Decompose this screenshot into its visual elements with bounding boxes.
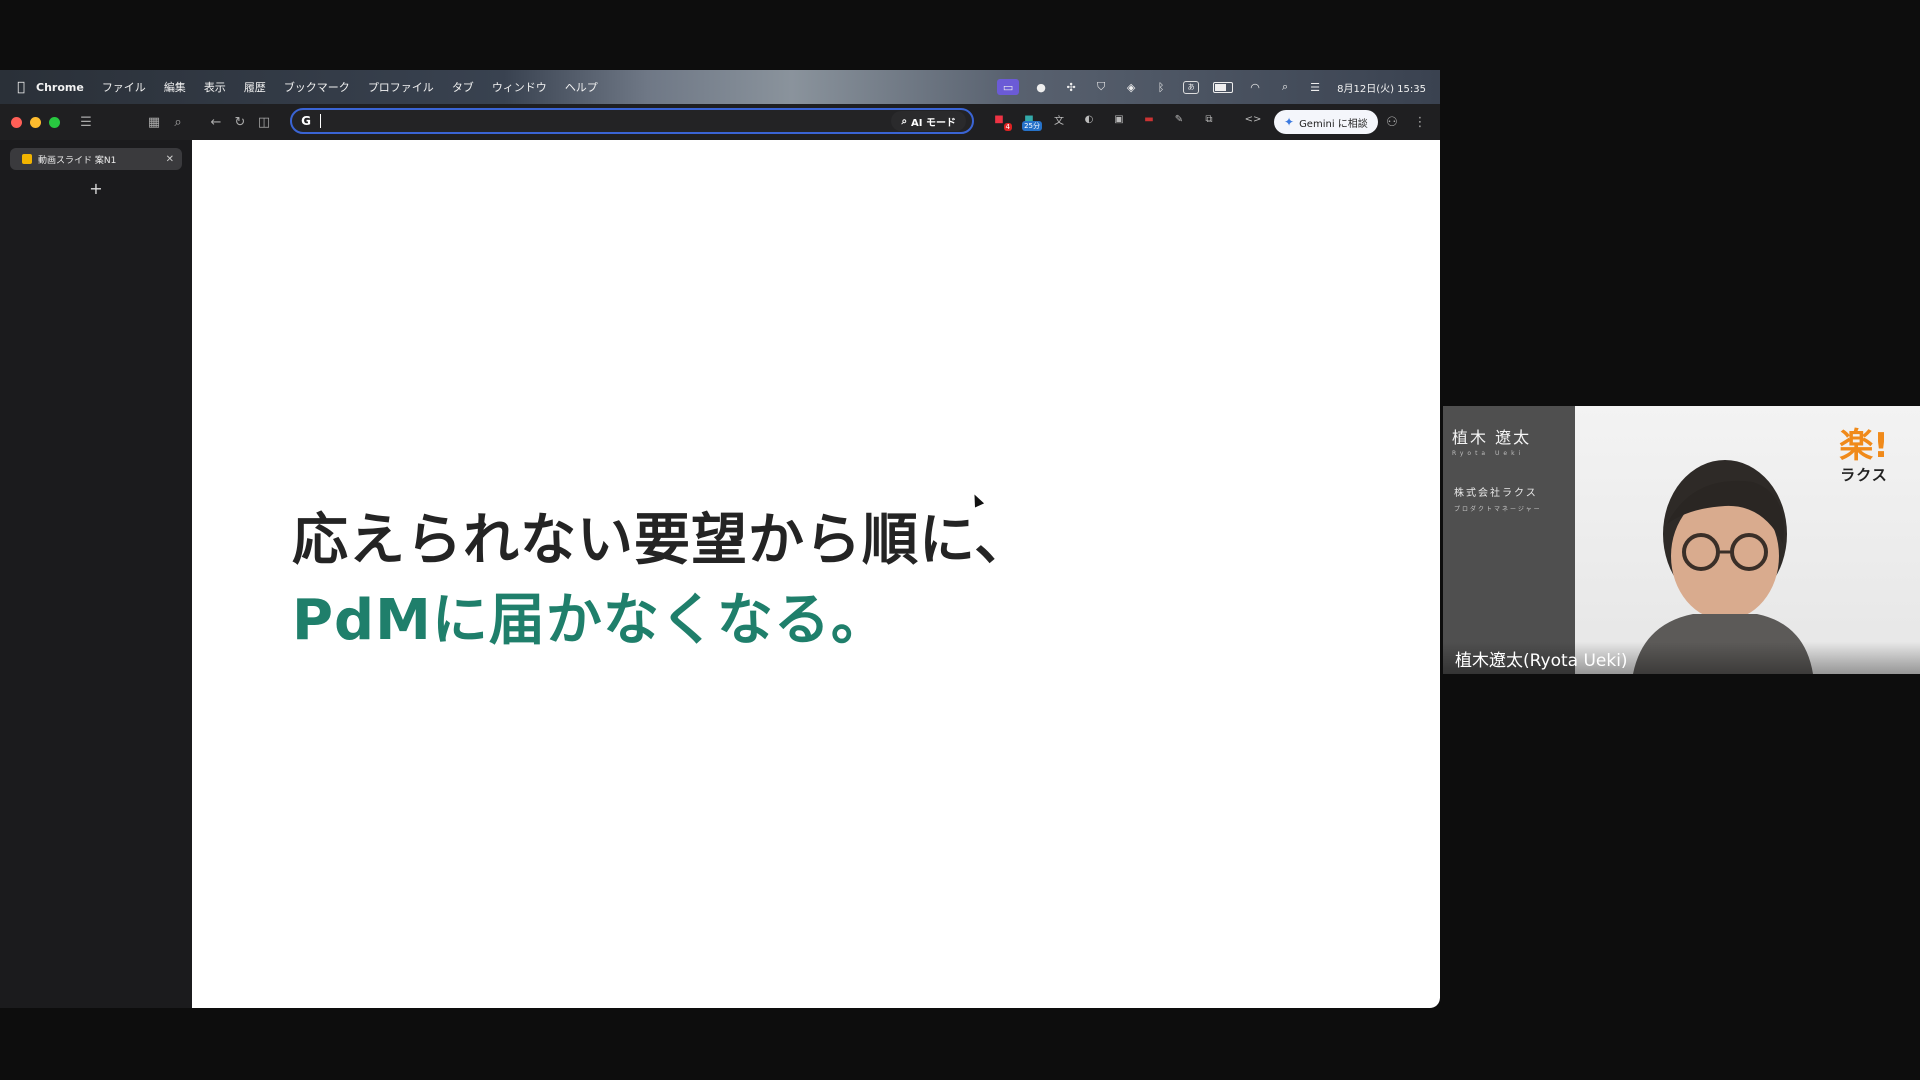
gemini-button[interactable]: ✦ Gemini に相談 <box>1274 110 1378 134</box>
participant-name-label: 植木遼太(Ryota Ueki) <box>1443 642 1920 674</box>
menu-help[interactable]: ヘルプ <box>565 79 598 95</box>
slide-headline-line1: 応えられない要望から順に、 <box>292 508 1032 573</box>
wifi-icon[interactable]: ◠ <box>1247 80 1263 94</box>
card-role: プロダクトマネージャー <box>1454 506 1542 513</box>
bluetooth-icon[interactable]: ᛒ <box>1153 80 1169 94</box>
timer-extension-icon[interactable]: ■ 25分 <box>1020 110 1042 131</box>
vertical-tab-strip: 動画スライド 案N1 ✕ + <box>0 140 192 1008</box>
tab-search-icon[interactable]: ⌕ <box>166 110 190 134</box>
pinwheel-icon[interactable]: ✣ <box>1063 80 1079 94</box>
shield-icon[interactable]: ⛉ <box>1093 80 1109 94</box>
spotlight-search-icon[interactable]: ⌕ <box>1277 80 1293 94</box>
menu-tab[interactable]: タブ <box>452 79 474 95</box>
calendar-extension-icon[interactable]: ▣ <box>1110 110 1128 128</box>
back-icon[interactable]: ← <box>204 110 228 134</box>
ai-mode-button[interactable]: ⌕ AI モード <box>891 111 966 131</box>
rakus-logo: 楽! ラクス <box>1836 428 1892 485</box>
close-tab-icon[interactable]: ✕ <box>166 154 174 165</box>
card-romaji: Ryota Ueki <box>1452 450 1525 457</box>
ext-badge-count: 4 <box>1003 123 1012 131</box>
extensions-puzzle-icon[interactable]: ⧉ <box>1200 110 1218 128</box>
name-card: 植木 遼太 Ryota Ueki 株式会社ラクス プロダクトマネージャー <box>1443 406 1575 674</box>
card-name: 植木 遼太 <box>1452 428 1532 447</box>
pen-extension-icon[interactable]: ✎ <box>1170 110 1188 128</box>
tab-grid-icon[interactable]: ▦ <box>142 110 166 134</box>
participant-video-tile[interactable]: 植木 遼太 Ryota Ueki 株式会社ラクス プロダクトマネージャー 楽! … <box>1443 406 1920 674</box>
omnibox-input[interactable] <box>321 113 892 129</box>
browser-toolbar: ☰ ▦ ⌕ ← ↻ ◫ G ⌕ AI モード ■ 4 ■ 25分 文 ◐ ▣ ▬ ✎… <box>0 104 1440 140</box>
window-controls <box>11 116 60 128</box>
menubar-datetime[interactable]: 8月12日(火) 15:35 <box>1337 80 1426 95</box>
menu-history[interactable]: 履歴 <box>244 79 266 95</box>
macos-menubar:  Chrome ファイル 編集 表示 履歴 ブックマーク プロファイル タブ … <box>0 70 1440 104</box>
ext-badge-timer: 25分 <box>1022 121 1042 131</box>
reload-icon[interactable]: ↻ <box>228 110 252 134</box>
menu-app-name[interactable]: Chrome <box>36 81 84 94</box>
menu-bookmarks[interactable]: ブックマーク <box>284 79 350 95</box>
menu-edit[interactable]: 編集 <box>164 79 186 95</box>
ai-mode-label: AI モード <box>911 117 956 129</box>
ai-search-icon: ⌕ <box>901 115 908 127</box>
slides-favicon-icon <box>22 154 32 164</box>
browser-viewport: 応えられない要望から順に、 PdMに届かなくなる。 <box>192 140 1440 1008</box>
logo-kana: ラクス <box>1840 466 1888 484</box>
gemini-sparkle-icon: ✦ <box>1284 115 1295 129</box>
menu-file[interactable]: ファイル <box>102 79 146 95</box>
menu-view[interactable]: 表示 <box>204 79 226 95</box>
card-company: 株式会社ラクス <box>1454 488 1538 499</box>
extension-puzzle-icon[interactable]: ◈ <box>1123 80 1139 94</box>
profile-icon[interactable]: ⚇ <box>1380 110 1404 134</box>
translate-extension-icon[interactable]: 文 <box>1050 110 1068 128</box>
slide-headline-line2: PdMに届かなくなる。 <box>292 588 888 653</box>
minimize-window-icon[interactable] <box>30 116 41 128</box>
google-g-icon: G <box>301 114 311 128</box>
zoom-window-icon[interactable] <box>49 116 60 128</box>
logo-kanji: 楽! <box>1839 426 1889 466</box>
colorful-app-icon[interactable]: ● <box>1033 80 1049 94</box>
battery-icon[interactable] <box>1213 81 1234 93</box>
sidebar-toggle-icon[interactable]: ☰ <box>74 110 98 134</box>
flag-extension-icon[interactable]: ▬ <box>1140 110 1158 128</box>
menubar-status-area: ▭ ● ✣ ⛉ ◈ ᛒ あ ◠ ⌕ ☰ 8月12日(火) 15:35 <box>997 79 1440 95</box>
apple-icon[interactable]:  <box>14 80 28 95</box>
tab-label: 動画スライド 案N1 <box>38 155 117 166</box>
menu-profiles[interactable]: プロファイル <box>368 79 434 95</box>
new-tab-button[interactable]: + <box>84 176 108 200</box>
more-menu-icon[interactable]: ⋮ <box>1408 110 1432 134</box>
address-bar[interactable]: G ⌕ AI モード <box>290 108 974 134</box>
input-source-icon[interactable]: あ <box>1183 80 1200 94</box>
tab-item[interactable]: 動画スライド 案N1 ✕ <box>10 148 182 170</box>
close-window-icon[interactable] <box>11 116 22 128</box>
dark-extension-icon[interactable]: ◐ <box>1080 110 1098 128</box>
red-extension-icon[interactable]: ■ 4 <box>990 110 1012 131</box>
control-center-icon[interactable]: ☰ <box>1307 80 1323 94</box>
screen-share-status-icon[interactable]: ▭ <box>997 79 1020 95</box>
devtools-code-icon[interactable]: <> <box>1244 110 1262 128</box>
split-view-icon[interactable]: ◫ <box>252 110 276 134</box>
extensions-row: ■ 4 ■ 25分 文 ◐ ▣ ▬ ✎ ⧉ <> <box>990 110 1262 131</box>
gemini-label: Gemini に相談 <box>1299 118 1368 130</box>
screen-share:  Chrome ファイル 編集 表示 履歴 ブックマーク プロファイル タブ … <box>0 70 1440 1008</box>
participant-silhouette <box>1633 460 1813 674</box>
menu-window[interactable]: ウィンドウ <box>492 79 547 95</box>
